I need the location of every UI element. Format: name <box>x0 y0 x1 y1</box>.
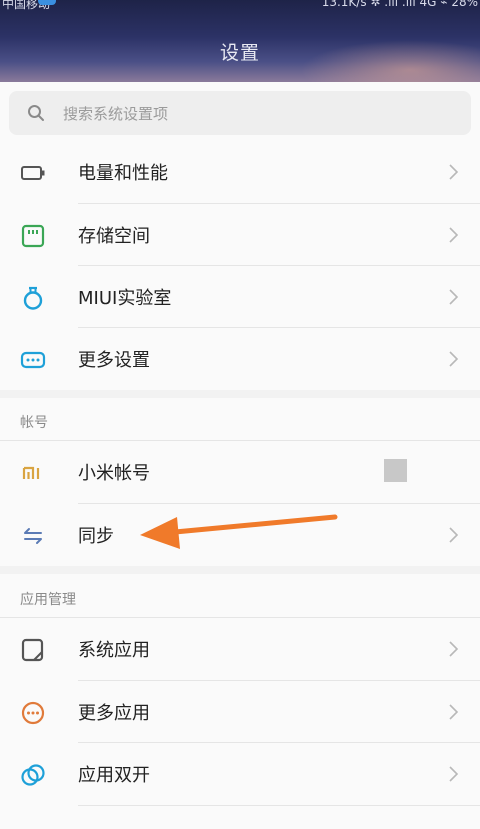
chevron-right-icon <box>449 289 459 305</box>
settings-item-miui-lab[interactable]: MIUI实验室 <box>0 266 480 328</box>
settings-item-more-settings[interactable]: 更多设置 <box>0 328 480 390</box>
search-placeholder: 搜索系统设置项 <box>63 105 169 123</box>
chevron-right-icon <box>449 227 459 243</box>
section-gap <box>0 390 480 398</box>
annotation-arrow <box>140 514 338 549</box>
chevron-right-icon <box>449 641 459 657</box>
section-title-app-management: 应用管理 <box>20 592 76 608</box>
mi-logo-icon <box>22 466 40 479</box>
settings-item-label: 同步 <box>78 526 114 547</box>
status-bar: 中国移动 13.1K/s ✲ .ıll .ıll 4G ⌁ 28% <box>0 0 480 11</box>
section-gap <box>0 566 480 574</box>
settings-item-label: 小米帐号 <box>78 463 150 484</box>
settings-item-label: MIUI实验室 <box>78 288 172 309</box>
battery-icon <box>21 166 45 180</box>
settings-item-dual-apps[interactable]: 应用双开 <box>0 743 480 805</box>
chevron-right-icon <box>449 766 459 782</box>
cloud-icon <box>38 0 56 5</box>
settings-item-more-apps[interactable]: 更多应用 <box>0 681 480 743</box>
more-settings-icon <box>20 351 46 369</box>
settings-item-label: 存储空间 <box>78 226 150 247</box>
settings-item-label: 更多应用 <box>78 703 150 724</box>
settings-item-system-apps[interactable]: 系统应用 <box>0 618 480 680</box>
dual-apps-icon <box>21 764 45 786</box>
chevron-right-icon <box>449 527 459 543</box>
account-avatar-placeholder <box>384 459 407 482</box>
settings-item-label: 更多设置 <box>78 350 150 371</box>
settings-item-battery[interactable]: 电量和性能 <box>0 141 480 203</box>
sync-icon <box>24 528 42 544</box>
chevron-right-icon <box>449 351 459 367</box>
lab-flask-icon <box>23 286 43 310</box>
settings-item-mi-account[interactable]: 小米帐号 <box>0 441 480 503</box>
page-title: 设置 <box>219 42 260 64</box>
settings-item-storage[interactable]: 存储空间 <box>0 204 480 266</box>
divider <box>78 805 480 806</box>
chevron-right-icon <box>449 704 459 720</box>
section-title-account: 帐号 <box>20 415 48 431</box>
header: 中国移动 13.1K/s ✲ .ıll .ıll 4G ⌁ 28% 设置 <box>0 0 480 82</box>
settings-item-label: 系统应用 <box>78 640 150 661</box>
storage-icon <box>21 224 45 248</box>
search-icon <box>28 105 44 121</box>
system-app-icon <box>21 638 44 662</box>
more-apps-icon <box>21 701 45 725</box>
search-bar[interactable]: 搜索系统设置项 <box>9 91 471 135</box>
chevron-right-icon <box>449 164 459 180</box>
settings-item-label: 电量和性能 <box>78 163 168 184</box>
settings-item-label: 应用双开 <box>78 765 150 786</box>
status-indicators: 13.1K/s ✲ .ıll .ıll 4G ⌁ 28% <box>321 0 478 9</box>
